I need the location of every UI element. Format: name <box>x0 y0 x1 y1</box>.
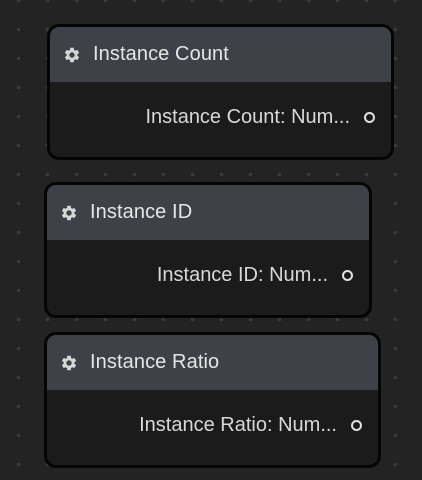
gear-icon <box>60 204 78 222</box>
output-label: Instance Count: Num... <box>145 105 350 128</box>
node-title: Instance ID <box>90 201 193 223</box>
gear-icon <box>60 354 78 372</box>
output-label: Instance Ratio: Num... <box>139 413 337 436</box>
node-instance-ratio[interactable]: Instance Ratio Instance Ratio: Num... <box>44 332 381 468</box>
node-instance-id[interactable]: Instance ID Instance ID: Num... <box>44 182 372 318</box>
node-header[interactable]: Instance Ratio <box>47 335 378 390</box>
output-socket[interactable] <box>351 419 362 431</box>
output-socket[interactable] <box>364 111 375 123</box>
node-header[interactable]: Instance Count <box>50 27 391 82</box>
node-body: Instance Ratio: Num... <box>47 390 378 460</box>
node-body: Instance Count: Num... <box>50 82 391 152</box>
node-header[interactable]: Instance ID <box>47 185 369 240</box>
output-socket[interactable] <box>342 269 353 281</box>
node-body: Instance ID: Num... <box>47 240 369 310</box>
node-instance-count[interactable]: Instance Count Instance Count: Num... <box>47 24 394 160</box>
output-label: Instance ID: Num... <box>156 263 328 286</box>
node-title: Instance Ratio <box>90 351 220 373</box>
gear-icon <box>63 46 81 64</box>
node-title: Instance Count <box>93 43 229 65</box>
